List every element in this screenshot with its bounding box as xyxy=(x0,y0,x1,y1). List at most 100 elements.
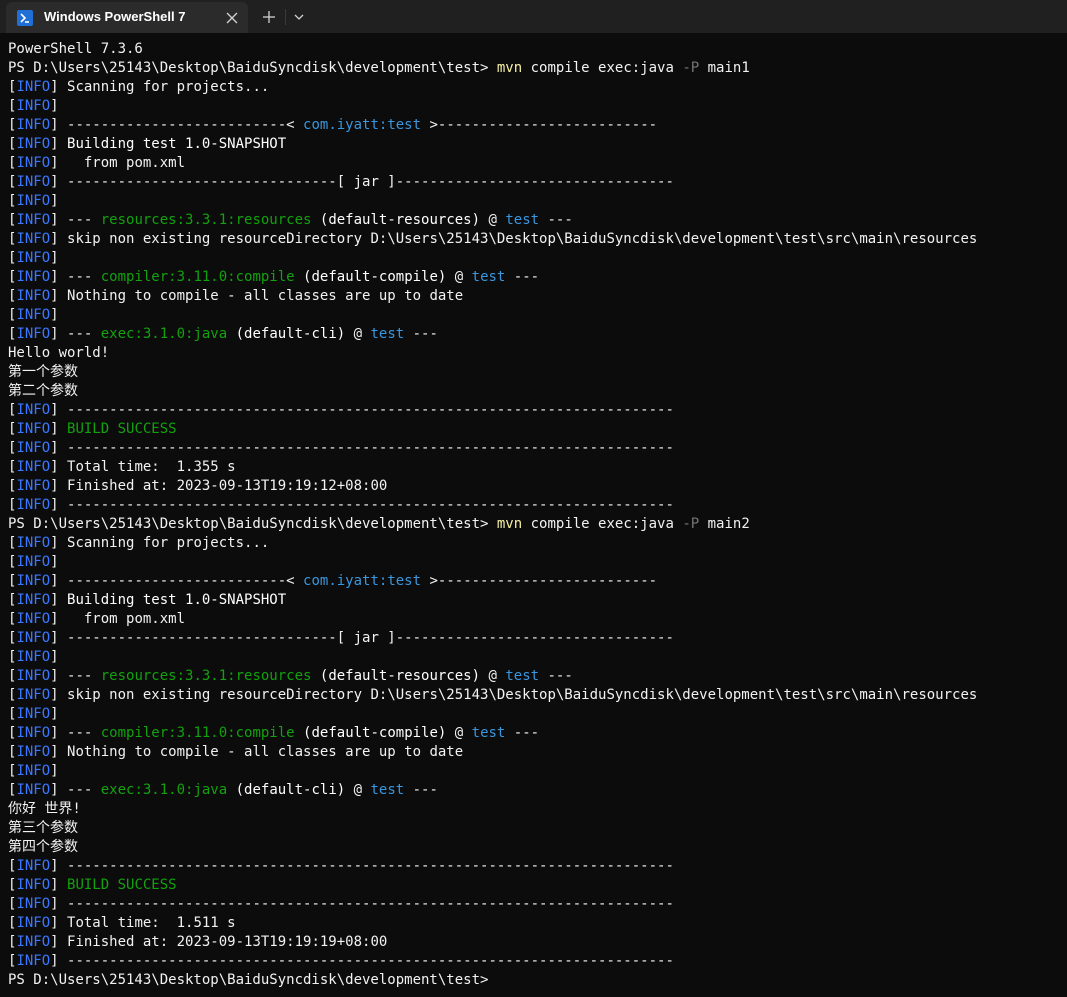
terminal-text: (default-compile) xyxy=(303,725,447,741)
terminal-line: [INFO] Total time: 1.511 s xyxy=(8,914,1064,933)
terminal-text: INFO xyxy=(16,630,51,646)
terminal-line: [INFO] --- exec:3.1.0:java (default-cli)… xyxy=(8,325,1064,344)
terminal-line: [INFO] Total time: 1.355 s xyxy=(8,458,1064,477)
terminal-text: (default-cli) xyxy=(235,326,346,342)
terminal-text: INFO xyxy=(16,649,51,665)
terminal-text: ] xyxy=(50,706,59,722)
terminal-line: [INFO] Finished at: 2023-09-13T19:19:19+… xyxy=(8,933,1064,952)
terminal-text: ] xyxy=(50,307,59,323)
terminal-text: exec:3.1.0:java xyxy=(100,782,228,798)
terminal-text: INFO xyxy=(16,877,51,893)
terminal-text: ] Nothing to compile - all classes are u… xyxy=(50,744,464,760)
terminal-line: PS D:\Users\25143\Desktop\BaiduSyncdisk\… xyxy=(8,59,1064,78)
terminal-text: INFO xyxy=(16,953,51,969)
terminal-line: [INFO] --- resources:3.3.1:resources (de… xyxy=(8,667,1064,686)
terminal-text: ] --- xyxy=(50,725,101,741)
terminal-text: ] skip non existing resourceDirectory D:… xyxy=(50,231,978,247)
terminal-text: -P xyxy=(682,60,700,76)
terminal-text: INFO xyxy=(16,459,51,475)
terminal-text: 第四个参数 xyxy=(8,839,78,855)
terminal-text: INFO xyxy=(16,326,51,342)
terminal-line: [INFO] BUILD SUCCESS xyxy=(8,420,1064,439)
terminal-line: [INFO] ---------------------------------… xyxy=(8,952,1064,971)
terminal-text: INFO xyxy=(16,858,51,874)
terminal-text: test xyxy=(370,326,405,342)
terminal-line: [INFO] Scanning for projects... xyxy=(8,534,1064,553)
terminal-text: --- xyxy=(539,668,573,684)
terminal-text: com.iyatt:test xyxy=(303,573,422,589)
terminal-text: ] xyxy=(50,136,68,152)
terminal-line: [INFO] ---------------------------------… xyxy=(8,439,1064,458)
terminal-text: 第二个参数 xyxy=(8,383,78,399)
terminal-text: ] --------------------------------------… xyxy=(50,858,674,874)
terminal-text: INFO xyxy=(16,231,51,247)
terminal-text: ] --- xyxy=(50,782,101,798)
terminal-line: [INFO] xyxy=(8,705,1064,724)
terminal-text: INFO xyxy=(16,782,51,798)
terminal-line: [INFO] xyxy=(8,97,1064,116)
terminal-text: INFO xyxy=(16,896,51,912)
terminal-text: 你好 世界! xyxy=(8,801,81,817)
terminal-text: INFO xyxy=(16,117,51,133)
terminal-text: --- xyxy=(505,725,540,741)
terminal-text: test xyxy=(505,668,540,684)
terminal-text: >-------------------------- xyxy=(421,573,658,589)
terminal-text: ] xyxy=(50,250,59,266)
terminal-text: ] --------------------------------------… xyxy=(50,440,674,456)
terminal-line: [INFO] Nothing to compile - all classes … xyxy=(8,743,1064,762)
terminal-text: INFO xyxy=(16,136,51,152)
terminal-text: BUILD SUCCESS xyxy=(67,421,177,437)
terminal-text: --- xyxy=(539,212,573,228)
terminal-text: INFO xyxy=(16,554,51,570)
terminal-output[interactable]: PowerShell 7.3.6 PS D:\Users\25143\Deskto… xyxy=(8,40,1064,995)
terminal-line: [INFO] --- compiler:3.11.0:compile (defa… xyxy=(8,724,1064,743)
terminal-text: ] --------------------------------------… xyxy=(50,953,674,969)
terminal-text: compile exec:java xyxy=(522,60,683,76)
terminal-window: Windows PowerShell 7 PowerShell 7.3.6 PS … xyxy=(0,0,1067,997)
terminal-text: test xyxy=(471,269,506,285)
terminal-text: INFO xyxy=(16,497,51,513)
terminal-line: [INFO] --- exec:3.1.0:java (default-cli)… xyxy=(8,781,1064,800)
chevron-down-icon[interactable] xyxy=(290,6,308,28)
close-icon[interactable] xyxy=(222,8,242,28)
terminal-text: INFO xyxy=(16,307,51,323)
terminal-text: PowerShell 7.3.6 xyxy=(8,41,143,57)
terminal-text: INFO xyxy=(16,421,51,437)
terminal-text: ] --- xyxy=(50,326,101,342)
tab-powershell[interactable]: Windows PowerShell 7 xyxy=(6,2,248,33)
terminal-line: [INFO] --- compiler:3.11.0:compile (defa… xyxy=(8,268,1064,287)
terminal-text: INFO xyxy=(16,269,51,285)
terminal-text: PS D:\Users\25143\Desktop\BaiduSyncdisk\… xyxy=(8,516,497,532)
terminal-text: @ xyxy=(345,782,371,798)
terminal-text: Hello world! xyxy=(8,345,110,361)
terminal-text: (default-cli) xyxy=(235,782,346,798)
terminal-text: ] xyxy=(50,554,59,570)
terminal-text: mvn xyxy=(496,516,523,532)
terminal-line: [INFO] from pom.xml xyxy=(8,610,1064,629)
terminal-text: INFO xyxy=(16,573,51,589)
terminal-text: INFO xyxy=(16,174,51,190)
terminal-text: ] skip non existing resourceDirectory D:… xyxy=(50,687,978,703)
terminal-text: 第一个参数 xyxy=(8,364,78,380)
new-tab-plus-icon[interactable] xyxy=(258,6,280,28)
terminal-text: (default-resources) xyxy=(319,212,481,228)
terminal-text: INFO xyxy=(16,478,51,494)
terminal-text: INFO xyxy=(16,611,51,627)
terminal-text: @ xyxy=(446,725,472,741)
terminal-text: --- xyxy=(404,326,438,342)
terminal-text: (default-resources) xyxy=(319,668,481,684)
terminal-line: [INFO] ---------------------------------… xyxy=(8,895,1064,914)
terminal-line: [INFO] xyxy=(8,306,1064,325)
terminal-line: [INFO] --------------------------< com.i… xyxy=(8,572,1064,591)
title-bar: Windows PowerShell 7 xyxy=(0,0,1067,33)
terminal-text: main1 xyxy=(699,60,750,76)
terminal-line: [INFO] xyxy=(8,553,1064,572)
terminal-text: ] Finished at: 2023-09-13T19:19:12+08:00 xyxy=(50,478,388,494)
terminal-text: INFO xyxy=(16,934,51,950)
terminal-text: INFO xyxy=(16,668,51,684)
terminal-text: INFO xyxy=(16,98,51,114)
